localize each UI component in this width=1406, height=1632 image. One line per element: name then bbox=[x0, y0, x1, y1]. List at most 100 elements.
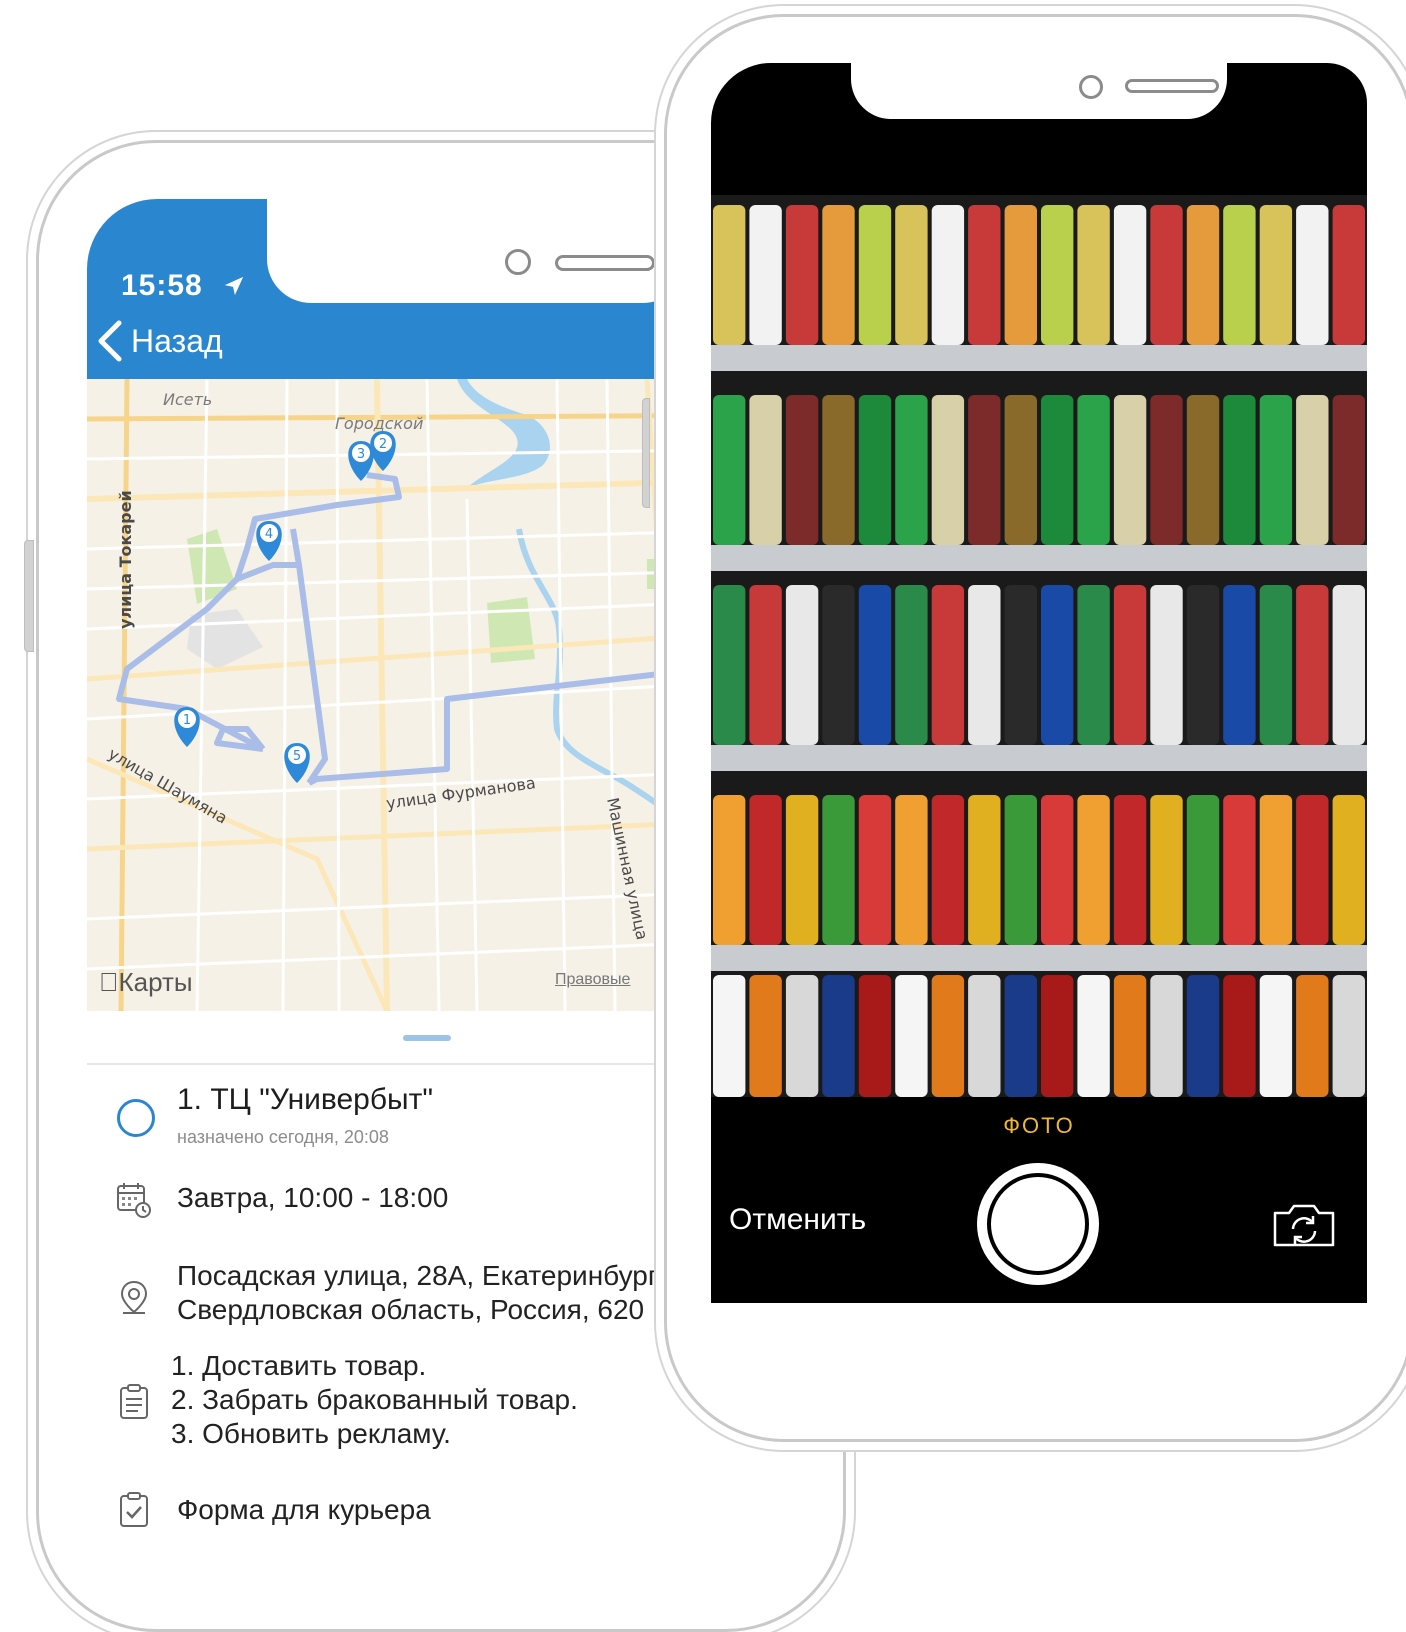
shelf-product bbox=[1296, 795, 1329, 945]
shelf-product bbox=[1296, 585, 1329, 745]
shelf-product bbox=[749, 585, 782, 745]
speaker-grille bbox=[1125, 79, 1219, 93]
calendar-clock-icon bbox=[117, 1183, 151, 1218]
shelf-product bbox=[968, 205, 1001, 345]
shutter-button-icon[interactable] bbox=[977, 1163, 1099, 1285]
shelf-product bbox=[1041, 585, 1074, 745]
shelf-product bbox=[749, 795, 782, 945]
camera-viewfinder[interactable] bbox=[711, 195, 1367, 1097]
camera-flip-icon[interactable] bbox=[1271, 1201, 1337, 1249]
shelf-product bbox=[1113, 205, 1147, 345]
shelf-product bbox=[713, 585, 746, 745]
shelf-product bbox=[968, 395, 1001, 545]
map-pin-icon[interactable]: 4 bbox=[256, 521, 282, 561]
shelf-product bbox=[968, 585, 1001, 745]
shelf-product bbox=[713, 975, 746, 1097]
shelf-product bbox=[1332, 395, 1365, 545]
shelf-product bbox=[858, 795, 892, 945]
shelf-product bbox=[1113, 975, 1147, 1097]
map-label-tokarey: улица Токарей bbox=[116, 490, 135, 629]
shelf-product bbox=[968, 975, 1001, 1097]
task-assigned-time: назначено сегодня, 20:08 bbox=[177, 1127, 389, 1147]
shelf-product bbox=[713, 205, 746, 345]
location-arrow-icon bbox=[224, 276, 244, 296]
shelf-product bbox=[713, 795, 746, 945]
shelf-product bbox=[1259, 795, 1293, 945]
map-pin-icon[interactable]: 2 bbox=[370, 431, 396, 471]
shelf-edge bbox=[711, 545, 1367, 571]
shelf-product bbox=[1186, 795, 1220, 945]
shelf-product bbox=[1296, 975, 1329, 1097]
shelf-product bbox=[749, 205, 782, 345]
shelf-product bbox=[1223, 395, 1256, 545]
shelf-product bbox=[1077, 795, 1110, 945]
shelf-product bbox=[1004, 585, 1037, 745]
shelf-product bbox=[1150, 975, 1183, 1097]
svg-text:4: 4 bbox=[265, 527, 273, 542]
shelf-product bbox=[858, 585, 892, 745]
courier-form-row[interactable]: Форма для курьера bbox=[87, 1487, 787, 1535]
status-time: 15:58 bbox=[121, 269, 203, 302]
shelf-product bbox=[749, 395, 782, 545]
shelf-product bbox=[822, 975, 855, 1097]
shelf-product bbox=[1041, 795, 1074, 945]
shelf-product bbox=[931, 585, 965, 745]
address-line-1: Посадская улица, 28А, Екатеринбург, bbox=[177, 1260, 663, 1291]
shelf-product bbox=[1259, 585, 1293, 745]
shelf-product bbox=[1332, 795, 1365, 945]
shelf-product bbox=[895, 975, 928, 1097]
address-line-2: Свердловская область, Россия, 620 bbox=[177, 1294, 645, 1325]
shelf-product bbox=[785, 975, 819, 1097]
shelf-product bbox=[1223, 795, 1256, 945]
shelf-product bbox=[1223, 975, 1256, 1097]
map-pin-icon[interactable]: 5 bbox=[284, 743, 310, 783]
maps-logo-text: Карты bbox=[99, 967, 193, 997]
shelf-product bbox=[1113, 395, 1147, 545]
shelf-product bbox=[785, 395, 819, 545]
shelf-product bbox=[1259, 395, 1293, 545]
task-status-circle[interactable] bbox=[117, 1099, 155, 1137]
sheet-handle[interactable] bbox=[403, 1035, 451, 1041]
map-label-gorod: Городской bbox=[335, 414, 423, 433]
shelf-product bbox=[1004, 205, 1037, 345]
speaker-grille bbox=[555, 255, 655, 271]
svg-text:5: 5 bbox=[293, 749, 301, 764]
shelf-product bbox=[1259, 975, 1293, 1097]
map-legal-link[interactable]: Правовые bbox=[555, 971, 630, 989]
shutter-inner-ring bbox=[987, 1173, 1089, 1275]
shelf-product bbox=[858, 395, 892, 545]
shelf-product bbox=[713, 395, 746, 545]
back-button[interactable]: Назад bbox=[95, 317, 223, 365]
shelf-product bbox=[1041, 205, 1074, 345]
shelf-product bbox=[931, 975, 965, 1097]
clipboard-list-icon bbox=[120, 1384, 148, 1419]
shelf-product bbox=[895, 585, 928, 745]
shelf-product bbox=[895, 205, 928, 345]
shelf-product bbox=[1077, 205, 1110, 345]
volume-button bbox=[24, 540, 34, 652]
shelf-edge bbox=[711, 345, 1367, 371]
camera-mode-label[interactable]: ФОТО bbox=[711, 1113, 1367, 1139]
shelf-product bbox=[785, 795, 819, 945]
front-camera bbox=[1079, 75, 1103, 99]
shelf-product bbox=[1077, 975, 1110, 1097]
map-label-iset: Исеть bbox=[163, 390, 212, 409]
shelf-product bbox=[1186, 395, 1220, 545]
shelf-product bbox=[895, 795, 928, 945]
cancel-button[interactable]: Отменить bbox=[729, 1203, 866, 1237]
todo-item-2: 2. Забрать бракованный товар. bbox=[171, 1384, 578, 1415]
map-pin-icon[interactable]: 1 bbox=[174, 707, 200, 747]
shelf-product bbox=[1077, 585, 1110, 745]
back-button-label: Назад bbox=[131, 322, 223, 359]
shelf-edge bbox=[711, 745, 1367, 771]
shelf-edge bbox=[711, 945, 1367, 971]
shelf-product bbox=[1259, 205, 1293, 345]
shelf-product bbox=[1332, 975, 1365, 1097]
shelf-product bbox=[785, 205, 819, 345]
shelf-product bbox=[822, 795, 855, 945]
shelf-product bbox=[931, 795, 965, 945]
shelf-product bbox=[1004, 975, 1037, 1097]
svg-text:1: 1 bbox=[183, 713, 191, 728]
shelf-product bbox=[1041, 395, 1074, 545]
shelf-product bbox=[822, 395, 855, 545]
